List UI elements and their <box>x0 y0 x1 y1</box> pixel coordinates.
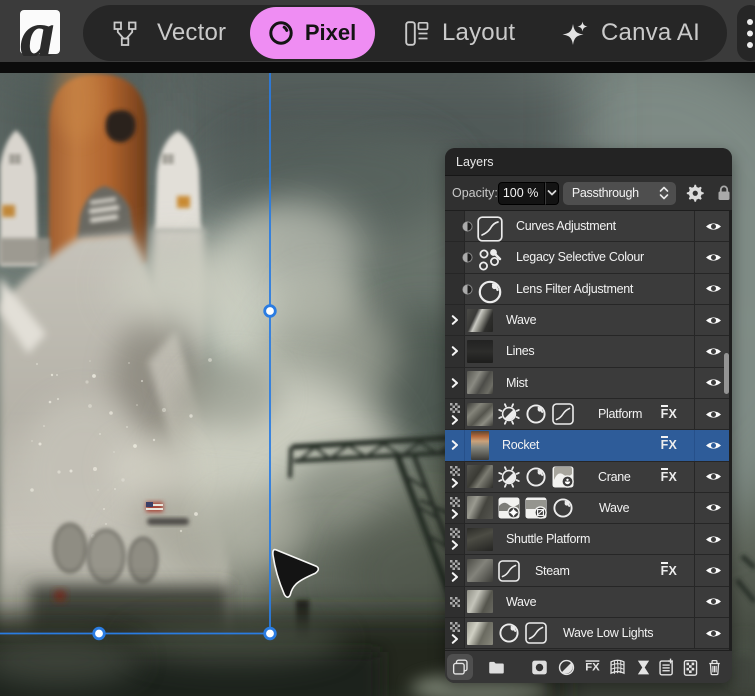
svg-text:a: a <box>20 10 55 56</box>
svg-text:FX: FX <box>585 661 600 673</box>
